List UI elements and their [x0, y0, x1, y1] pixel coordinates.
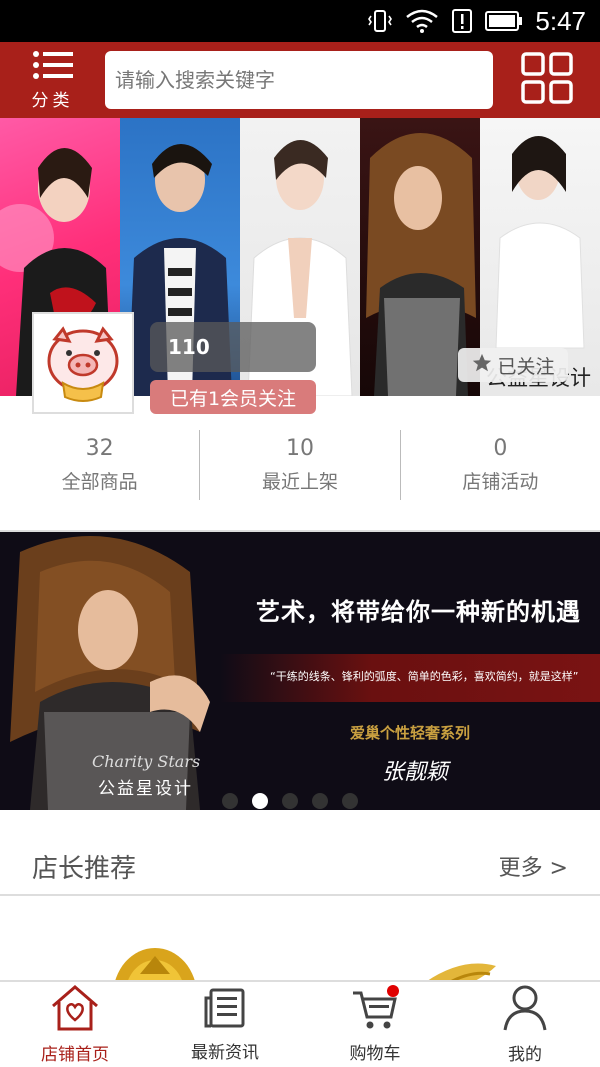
tab-label: 购物车 [349, 1044, 401, 1064]
promo-series: 爱巢个性轻奢系列 [350, 724, 471, 742]
promo-signature: 张靓颖 [382, 760, 449, 785]
tab-label: 最新资讯 [191, 1043, 259, 1063]
cart-icon [351, 985, 399, 1035]
list-icon [32, 50, 74, 84]
section-title: 店长推荐 [32, 853, 137, 884]
tab-label: 店铺首页 [41, 1045, 109, 1065]
carousel-dot[interactable] [222, 793, 238, 809]
tab-shop-home[interactable]: 店铺首页 [0, 982, 150, 1067]
carousel-dot[interactable] [342, 793, 358, 809]
stat-new-arrivals[interactable]: 10 最近上架 [200, 420, 399, 510]
shop-stats: 32 全部商品 10 最近上架 0 店铺活动 [0, 420, 600, 510]
tab-news[interactable]: 最新资讯 [150, 982, 300, 1067]
product-thumbnails [114, 948, 496, 982]
carousel-indicator [222, 793, 358, 809]
category-button[interactable]: 分类 [0, 42, 105, 118]
promo-carousel[interactable]: 艺术，将带给你一种新的机遇 “干练的线条、锋利的弧度、简单的色彩，喜欢简约，就是… [0, 532, 600, 810]
alert-icon [451, 8, 473, 34]
grid-icon [520, 52, 573, 108]
carousel-dot[interactable] [282, 793, 298, 809]
home-heart-icon [49, 984, 101, 1036]
recommend-section-header: 店长推荐 更多 > [0, 838, 600, 894]
shop-name: 110 [168, 335, 210, 359]
news-icon [203, 986, 247, 1034]
wifi-icon [405, 8, 439, 34]
promo-brand-name: 公益星设计 [98, 779, 193, 799]
bottom-tab-bar: 店铺首页 最新资讯 购物车 我的 [0, 980, 600, 1067]
search-input[interactable] [115, 68, 493, 92]
follow-label: 已关注 [497, 355, 555, 378]
status-bar: 5:47 [0, 0, 600, 42]
carousel-dot[interactable] [312, 793, 328, 809]
follow-button[interactable]: 已关注 [458, 348, 568, 382]
user-icon [502, 984, 548, 1036]
stat-label: 店铺活动 [462, 471, 539, 493]
shop-name-box: 110 [150, 322, 316, 372]
promo-quote: “干练的线条、锋利的弧度、简单的色彩，喜欢简约，就是这样” [270, 670, 579, 683]
promo-brand-script: Charity Stars [92, 752, 201, 771]
battery-icon [485, 10, 523, 32]
tab-mine[interactable]: 我的 [450, 982, 600, 1067]
members-text: 已有1会员关注 [169, 387, 297, 410]
category-label: 分类 [31, 90, 74, 111]
tab-cart[interactable]: 购物车 [300, 982, 450, 1067]
status-time: 5:47 [535, 5, 586, 36]
stat-value: 10 [285, 436, 314, 461]
members-badge: 已有1会员关注 [150, 380, 316, 414]
pig-logo-icon [47, 326, 119, 402]
star-icon [471, 352, 493, 379]
top-header: 分类 [0, 42, 600, 118]
more-link[interactable]: 更多 > [499, 850, 568, 882]
shop-avatar[interactable] [32, 312, 134, 414]
stat-value: 0 [493, 436, 508, 461]
promo-headline: 艺术，将带给你一种新的机遇 [256, 598, 581, 626]
tab-label: 我的 [508, 1045, 542, 1065]
grid-view-button[interactable] [493, 42, 600, 118]
stat-shop-events[interactable]: 0 店铺活动 [401, 420, 600, 510]
stat-label: 全部商品 [61, 471, 138, 493]
search-box[interactable] [105, 51, 493, 109]
stat-value: 32 [85, 436, 114, 461]
carousel-dot[interactable] [252, 793, 268, 809]
stat-label: 最近上架 [261, 471, 338, 493]
stat-all-products[interactable]: 32 全部商品 [0, 420, 199, 510]
recommended-products [0, 896, 600, 982]
vibrate-icon [367, 8, 393, 34]
